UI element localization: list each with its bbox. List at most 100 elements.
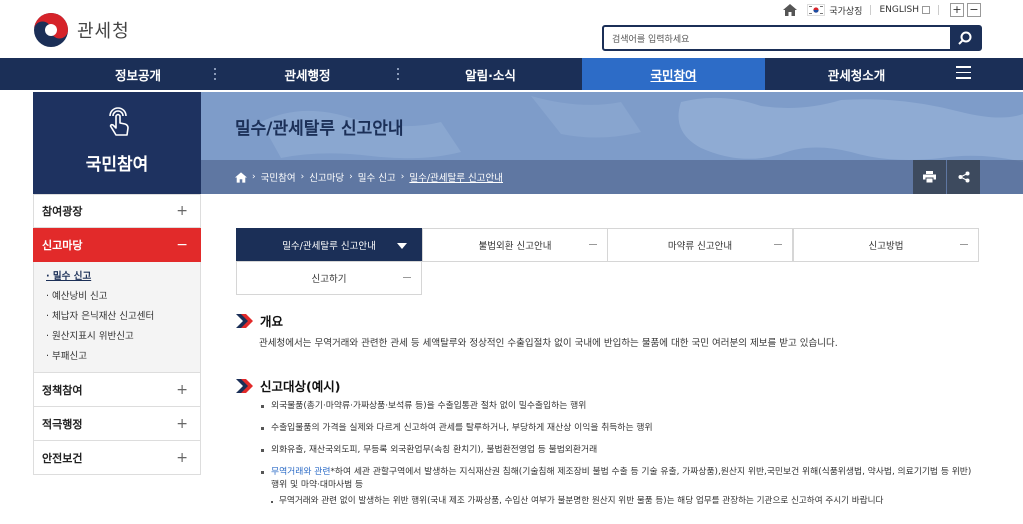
site-logo[interactable]: 관세청 [33, 12, 130, 48]
chevron-right-icon: › [400, 172, 405, 182]
side-item-policy[interactable]: 정책참여 + [33, 373, 201, 407]
share-icon [958, 171, 969, 183]
list-item-text: 행위 및 마약·대마사범 등 [271, 480, 364, 490]
tab-method[interactable]: 신고방법 [793, 228, 979, 262]
minus-icon: − [176, 236, 188, 253]
breadcrumb-current[interactable]: 밀수/관세탈루 신고안내 [409, 170, 503, 184]
tab-label: 불법외환 신고안내 [478, 241, 552, 252]
side-item-participation-square[interactable]: 참여광장 + [33, 194, 201, 228]
trade-related-link[interactable]: 무역거래와 관련 [271, 467, 330, 477]
gnb-item-label: 관세청소개 [827, 67, 886, 83]
hamburger-menu-icon[interactable] [956, 66, 971, 79]
plus-icon: + [176, 415, 188, 432]
tab-label: 신고방법 [868, 241, 904, 252]
overview-text: 관세청에서는 무역거래와 관련한 관세 등 세액탈루와 정상적인 수출입절차 없… [259, 338, 838, 349]
external-link-icon [922, 6, 930, 14]
side-subitem-budget-waste[interactable]: · 예산낭비 신고 [46, 287, 200, 307]
tab-smuggling[interactable]: 밀수/관세탈루 신고안내 [236, 228, 422, 262]
caret-down-icon [397, 243, 407, 249]
section-targets-title: 신고대상(예시) [236, 376, 340, 395]
share-button[interactable] [947, 160, 980, 194]
section-chevron-icon [236, 378, 253, 393]
side-item-label: 참여광장 [42, 205, 83, 218]
home-icon[interactable] [783, 4, 798, 16]
touch-hand-icon [109, 107, 129, 136]
tab-narcotics[interactable]: 마약류 신고안내 [607, 228, 793, 262]
chevron-right-icon: › [349, 172, 353, 182]
search-input[interactable] [604, 29, 944, 51]
side-item-label: 신고마당 [42, 238, 83, 252]
tab-illegal-fx[interactable]: 불법외환 신고안내 [422, 228, 608, 262]
home-icon[interactable] [235, 171, 247, 183]
gnb-item-info[interactable]: 정보공개 [0, 58, 216, 90]
english-link[interactable]: ENGLISH [879, 5, 919, 15]
zoom-in-button[interactable]: + [950, 3, 964, 17]
taegeuk-logo-icon [33, 12, 69, 48]
side-item-label: 안전보건 [42, 451, 83, 465]
search-box [602, 25, 982, 51]
tab-report-now[interactable]: 신고하기 [236, 261, 422, 295]
main-navigation: 정보공개 관세행정 알림·소식 국민참여 관세청소개 [0, 58, 1023, 90]
gnb-item-label: 국민참여 [650, 67, 697, 83]
gnb-item-participation[interactable]: 국민참여 [582, 58, 765, 90]
side-item-proactive[interactable]: 적극행정 + [33, 407, 201, 441]
dash-icon [589, 244, 597, 245]
dash-icon [960, 244, 968, 245]
side-submenu: · 밀수 신고 · 예산낭비 신고 · 체납자 은닉재산 신고센터 · 원산지표… [33, 262, 201, 373]
breadcrumb-bar: › 국민참여 › 신고마당 › 밀수 신고 › 밀수/관세탈루 신고안내 [201, 160, 1023, 194]
list-item: 수출입물품의 가격을 실제와 다르게 신고하여 관세를 탈루하거나, 부당하게 … [259, 422, 989, 435]
section-chevron-icon [236, 313, 253, 328]
plus-icon: + [176, 381, 188, 398]
section-title: 국민참여 [85, 155, 149, 175]
breadcrumb-item[interactable]: 밀수 신고 [358, 170, 396, 184]
side-item-report[interactable]: 신고마당 − [33, 228, 201, 262]
list-subitem: 무역거래와 관련 없이 발생하는 위반 행위(국내 제조 가짜상품, 수입산 여… [259, 495, 989, 508]
gnb-item-label: 알림·소식 [465, 67, 516, 83]
divider [870, 5, 872, 15]
list-item: 외화유출, 재산국외도피, 무등록 외국환업무(속칭 환치기), 불법환전영업 … [259, 444, 989, 457]
tab-label: 마약류 신고안내 [667, 241, 733, 252]
korea-flag-icon [807, 4, 826, 16]
zoom-out-button[interactable]: − [967, 3, 981, 17]
list-item: 무역거래와 관련*하여 세관 관할구역에서 발생하는 지식재산권 침해(기술침해… [259, 466, 989, 492]
side-navigation: 참여광장 + 신고마당 − · 밀수 신고 · 예산낭비 신고 · 체납자 은닉재산… [33, 194, 201, 475]
print-button[interactable] [913, 160, 946, 194]
section-header: 국민참여 [33, 92, 201, 194]
breadcrumb-item[interactable]: 국민참여 [261, 170, 296, 184]
side-item-label: 정책참여 [42, 383, 83, 397]
dash-icon [403, 277, 411, 278]
gnb-item-customs-admin[interactable]: 관세행정 [216, 58, 399, 90]
side-subitem-corruption[interactable]: · 부패신고 [46, 347, 200, 367]
list-item-text: *하여 세관 관할구역에서 발생하는 지식재산권 침해(기술침해 제조장비 불법… [330, 467, 972, 477]
gnb-item-label: 정보공개 [114, 67, 161, 83]
plus-icon: + [176, 449, 188, 466]
gnb-item-news[interactable]: 알림·소식 [399, 58, 582, 90]
targets-list: 외국물품(총기·마약류·가짜상품·보석류 등)을 수출입통관 절차 없이 밀수출… [259, 400, 989, 508]
page-banner: 밀수/관세탈루 신고안내 › 국민참여 › 신고마당 › 밀수 신고 › 밀수/… [201, 92, 1023, 194]
chevron-right-icon: › [252, 172, 256, 182]
print-icon [923, 171, 936, 183]
section-title-text: 개요 [260, 314, 284, 329]
utility-bar: 국가상징 ENGLISH + − [783, 3, 981, 17]
side-item-safety[interactable]: 안전보건 + [33, 441, 201, 475]
national-symbol-link[interactable]: 국가상징 [829, 4, 862, 17]
gnb-item-label: 관세행정 [284, 67, 331, 83]
list-item: 외국물품(총기·마약류·가짜상품·보석류 등)을 수출입통관 절차 없이 밀수출… [259, 400, 989, 413]
breadcrumb-item[interactable]: 신고마당 [309, 170, 344, 184]
side-subitem-hidden-assets[interactable]: · 체납자 은닉재산 신고센터 [46, 307, 200, 327]
site-logo-text: 관세청 [77, 21, 130, 42]
side-item-label: 적극행정 [42, 417, 83, 431]
divider [938, 5, 939, 15]
site-header: 관세청 국가상징 ENGLISH + − [0, 0, 1023, 58]
gnb-item-about[interactable]: 관세청소개 [765, 58, 948, 90]
search-icon [958, 31, 972, 45]
side-subitem-smuggling[interactable]: · 밀수 신고 [46, 267, 200, 287]
tab-label: 밀수/관세탈루 신고안내 [282, 241, 376, 252]
breadcrumb: › 국민참여 › 신고마당 › 밀수 신고 › 밀수/관세탈루 신고안내 [235, 170, 503, 184]
search-button[interactable] [950, 27, 980, 49]
section-overview-title: 개요 [236, 311, 283, 330]
page-title: 밀수/관세탈루 신고안내 [235, 119, 404, 139]
plus-icon: + [176, 203, 188, 219]
side-subitem-origin[interactable]: · 원산지표시 위반신고 [46, 327, 200, 347]
section-title-text: 신고대상(예시) [260, 379, 341, 394]
